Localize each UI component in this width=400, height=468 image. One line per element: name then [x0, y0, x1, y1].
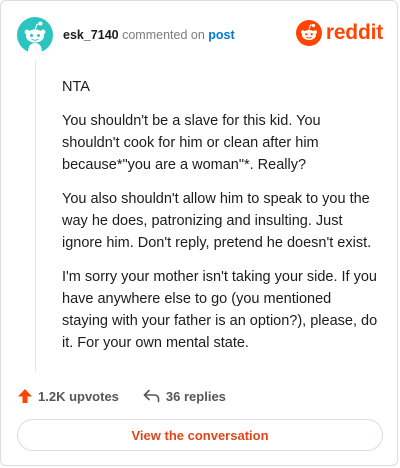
comment-body: NTA You shouldn't be a slave for this ki… — [62, 76, 378, 366]
comment-card: esk_7140 commented on post reddit NTA Yo… — [0, 0, 398, 466]
comment-actions: 1.2K upvotes 36 replies — [17, 386, 226, 406]
upvote-arrow-icon — [18, 389, 32, 403]
comment-paragraph: You shouldn't be a slave for this kid. Y… — [62, 113, 321, 173]
view-conversation-button[interactable]: View the conversation — [17, 419, 383, 451]
reddit-logo-icon — [295, 20, 322, 46]
comment-meta: esk_7140 commented on post — [63, 27, 235, 43]
upvote-button[interactable]: 1.2K upvotes — [17, 388, 119, 404]
comment-header: esk_7140 commented on post reddit — [17, 17, 383, 53]
comment-paragraph: You also shouldn't allow him to speak to… — [62, 191, 372, 251]
commented-on-label: commented on — [122, 28, 205, 42]
reddit-snoo-avatar-icon[interactable] — [17, 17, 53, 53]
reply-arrow-icon — [143, 389, 160, 403]
replies-count: 36 replies — [165, 388, 226, 404]
reddit-wordmark: reddit — [325, 21, 383, 44]
post-link[interactable]: post — [208, 28, 234, 42]
comment-paragraph: NTA — [62, 79, 90, 95]
username-link[interactable]: esk_7140 — [63, 28, 119, 42]
upvotes-count: 1.2K upvotes — [38, 388, 119, 404]
comment-paragraph: I'm sorry your mother isn't taking your … — [62, 269, 378, 351]
thread-line — [35, 61, 36, 371]
reddit-brand[interactable]: reddit — [295, 19, 383, 47]
replies-button[interactable]: 36 replies — [143, 389, 226, 404]
